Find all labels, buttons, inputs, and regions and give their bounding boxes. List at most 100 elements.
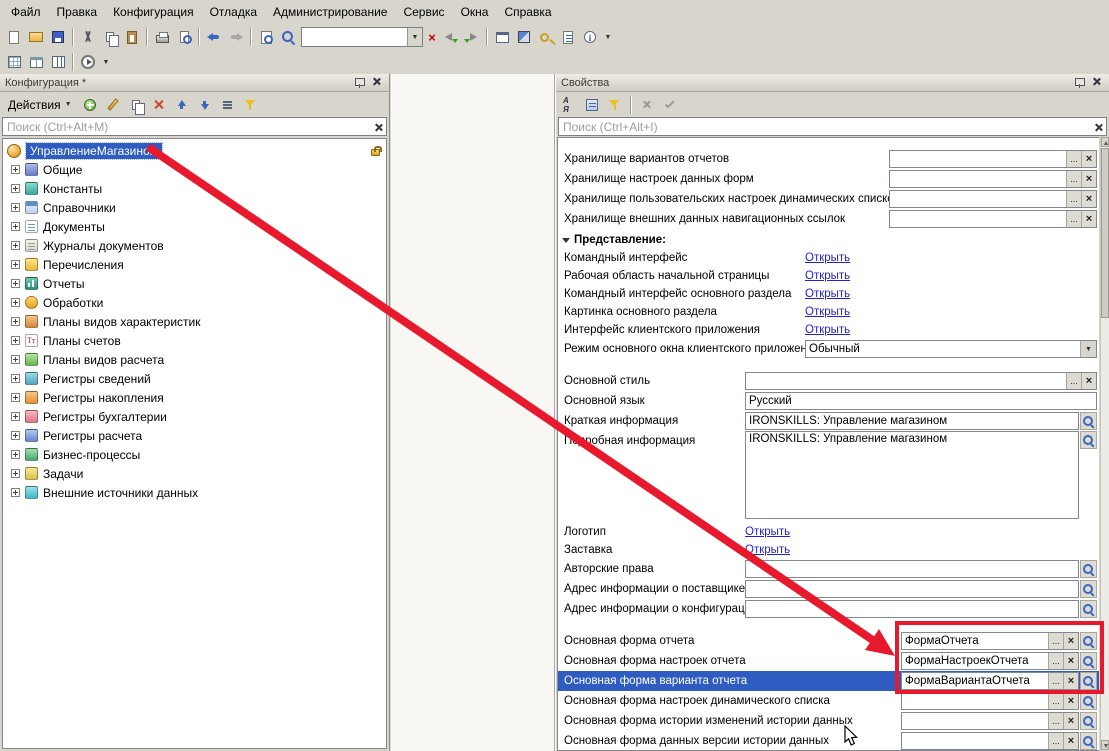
property-value-field[interactable]: ФормаНастроекОтчета...× [901, 652, 1079, 670]
clear-value-button[interactable]: × [1081, 211, 1096, 227]
tree-item-constants[interactable]: Константы [3, 179, 386, 198]
expand-icon[interactable] [11, 488, 20, 497]
ellipsis-button[interactable]: ... [1066, 171, 1081, 187]
expand-icon[interactable] [11, 336, 20, 345]
property-value-field[interactable]: Русский [745, 392, 1097, 410]
section-presentation[interactable]: Представление: [558, 231, 1099, 249]
property-row-copyright[interactable]: Авторские права [558, 559, 1099, 579]
property-value-field[interactable]: ...× [889, 210, 1097, 228]
menu-administration[interactable]: Администрирование [265, 1, 395, 23]
properties-search-input[interactable] [559, 120, 1090, 134]
tree-item-document-journals[interactable]: Журналы документов [3, 236, 386, 255]
menu-debug[interactable]: Отладка [202, 1, 265, 23]
tree-item-calculation-registers[interactable]: Регистры расчета [3, 426, 386, 445]
new-document-button[interactable] [3, 26, 25, 48]
toolbar-options-button[interactable]: ▼ [601, 26, 615, 48]
clear-value-button[interactable]: × [1063, 633, 1078, 649]
property-row-brief-information[interactable]: Краткая информация IRONSKILLS: Управлени… [558, 411, 1099, 431]
configuration-search-input[interactable] [3, 120, 370, 134]
add-button[interactable] [79, 94, 101, 116]
sort-alphabetical-button[interactable] [558, 94, 580, 116]
property-multiline-field[interactable]: IRONSKILLS: Управление магазином [745, 431, 1079, 519]
property-value-field[interactable]: ...× [901, 712, 1079, 730]
undo-button[interactable] [203, 26, 225, 48]
open-editor-button[interactable] [1080, 431, 1097, 449]
tree-item-charts-of-characteristic-types[interactable]: Планы видов характеристик [3, 312, 386, 331]
filter-properties-button[interactable] [604, 94, 626, 116]
print-preview-button[interactable] [173, 26, 195, 48]
property-row-client-application-interface[interactable]: Интерфейс клиентского приложения Открыть [558, 321, 1099, 339]
table-document-button[interactable] [3, 51, 25, 73]
ellipsis-button[interactable]: ... [1066, 191, 1081, 207]
property-combobox[interactable]: Обычный▼ [805, 340, 1097, 358]
menu-windows[interactable]: Окна [453, 1, 497, 23]
open-link[interactable]: Открыть [805, 288, 850, 300]
open-editor-button[interactable] [1080, 672, 1097, 690]
expand-icon[interactable] [11, 203, 20, 212]
open-button[interactable] [25, 26, 47, 48]
expand-icon[interactable] [11, 260, 20, 269]
toolbar2-options-button[interactable]: ▼ [99, 51, 113, 73]
property-row-default-data-history-change-history-form[interactable]: Основная форма истории изменений истории… [558, 711, 1099, 731]
clear-value-button[interactable]: × [1081, 191, 1096, 207]
property-row-storage-report-variants[interactable]: Хранилище вариантов отчетов ...× [558, 149, 1099, 169]
property-row-logo[interactable]: Логотип Открыть [558, 523, 1099, 541]
tree-item-documents[interactable]: Документы [3, 217, 386, 236]
property-row-vendor-info-address[interactable]: Адрес информации о поставщике [558, 579, 1099, 599]
expand-icon[interactable] [11, 241, 20, 250]
tree-item-accumulation-registers[interactable]: Регистры накопления [3, 388, 386, 407]
pin-button[interactable] [1075, 77, 1085, 89]
ellipsis-button[interactable]: ... [1048, 673, 1063, 689]
tree-item-catalogs[interactable]: Справочники [3, 198, 386, 217]
forward-navigation-button[interactable] [461, 26, 483, 48]
property-row-default-report-settings-form[interactable]: Основная форма настроек отчета ФормаНаст… [558, 651, 1099, 671]
menu-help[interactable]: Справка [496, 1, 559, 23]
edit-button[interactable] [102, 94, 124, 116]
clear-value-button[interactable]: × [1063, 673, 1078, 689]
scroll-down-button[interactable] [1101, 740, 1109, 750]
property-row-storage-user-settings-dynamic-lists[interactable]: Хранилище пользовательских настроек дина… [558, 189, 1099, 209]
expand-icon[interactable] [11, 298, 20, 307]
back-navigation-button[interactable] [439, 26, 461, 48]
search-combobox[interactable]: ▼ [301, 27, 423, 47]
scrollbar-thumb[interactable] [1101, 148, 1109, 318]
menu-file[interactable]: Файл [3, 1, 49, 23]
tree-item-business-processes[interactable]: Бизнес-процессы [3, 445, 386, 464]
property-row-default-report-variant-form[interactable]: Основная форма варианта отчета ФормаВари… [558, 671, 1099, 691]
menu-configuration[interactable]: Конфигурация [105, 1, 202, 23]
windows-button[interactable] [491, 26, 513, 48]
expand-icon[interactable] [11, 412, 20, 421]
property-value-field[interactable]: ...× [889, 190, 1097, 208]
search-combo-input[interactable] [302, 30, 407, 44]
property-value-field[interactable]: ...× [745, 372, 1097, 390]
pin-button[interactable] [355, 77, 365, 89]
open-link[interactable]: Открыть [805, 324, 850, 336]
clear-value-button[interactable]: × [1081, 373, 1096, 389]
tree-root-item[interactable]: УправлениеМагазином [3, 141, 386, 160]
open-editor-button[interactable] [1080, 560, 1097, 578]
filter-button[interactable] [240, 94, 262, 116]
ellipsis-button[interactable]: ... [1048, 633, 1063, 649]
open-link[interactable]: Открыть [805, 252, 850, 264]
clear-value-button[interactable]: × [1081, 171, 1096, 187]
tree-item-reports[interactable]: Отчеты [3, 274, 386, 293]
move-up-button[interactable] [171, 94, 193, 116]
clear-combo-button[interactable]: × [425, 26, 439, 48]
zoom-button[interactable] [277, 26, 299, 48]
open-editor-button[interactable] [1080, 712, 1097, 730]
clear-value-button[interactable]: × [1081, 151, 1096, 167]
expand-icon[interactable] [11, 469, 20, 478]
paste-button[interactable] [121, 26, 143, 48]
ellipsis-button[interactable]: ... [1048, 733, 1063, 749]
property-value-field[interactable]: ФормаОтчета...× [901, 632, 1079, 650]
modules-button[interactable] [557, 26, 579, 48]
property-row-command-interface[interactable]: Командный интерфейс Открыть [558, 249, 1099, 267]
expand-icon[interactable] [11, 431, 20, 440]
ellipsis-button[interactable]: ... [1048, 713, 1063, 729]
categories-view-button[interactable] [581, 94, 603, 116]
windows-layout-button[interactable] [25, 51, 47, 73]
property-row-main-style[interactable]: Основной стиль ...× [558, 371, 1099, 391]
find-button[interactable] [255, 26, 277, 48]
combo-dropdown-button[interactable]: ▼ [407, 28, 422, 46]
close-panel-button[interactable] [370, 74, 384, 91]
